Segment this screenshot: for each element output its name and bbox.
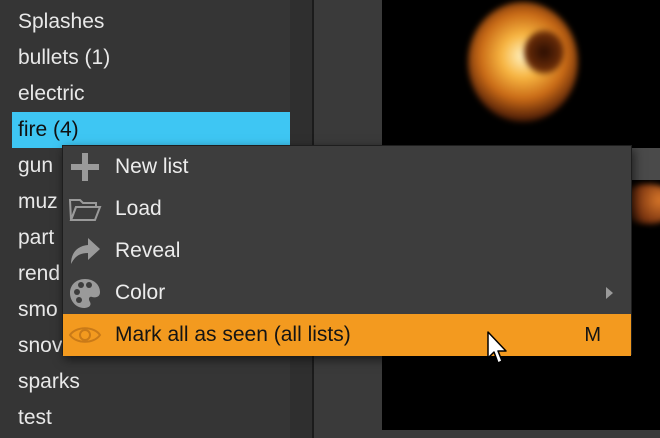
menu-item-load[interactable]: Load — [63, 188, 631, 230]
sidebar-item-fire[interactable]: fire (4) — [12, 112, 290, 148]
menu-item-label: Reveal — [115, 239, 181, 262]
menu-item-label: Color — [115, 281, 166, 304]
sidebar-item-bullets[interactable]: bullets (1) — [12, 40, 290, 76]
shortcut-key: M — [584, 323, 601, 346]
sidebar-item-sparks[interactable]: sparks — [12, 364, 290, 400]
thumbnail-separator — [632, 148, 660, 180]
menu-item-mark-all-seen[interactable]: Mark all as seen (all lists) M — [63, 314, 631, 356]
menu-item-new-list[interactable]: New list — [63, 146, 631, 188]
sidebar-item-splashes[interactable]: Splashes — [12, 4, 290, 40]
sidebar-item-test[interactable]: test — [12, 400, 290, 436]
plus-icon — [67, 149, 103, 185]
sidebar-item-electric[interactable]: electric — [12, 76, 290, 112]
menu-item-color[interactable]: Color — [63, 272, 631, 314]
menu-item-label: New list — [115, 155, 189, 178]
chevron-right-icon — [606, 287, 613, 299]
app-window: Splashes bullets (1) electric fire (4) g… — [0, 0, 660, 438]
menu-item-label: Load — [115, 197, 162, 220]
arrow-forward-icon — [67, 233, 103, 269]
menu-item-reveal[interactable]: Reveal — [63, 230, 631, 272]
context-menu: New list Load Reveal Color Mark all as s… — [62, 145, 632, 356]
folder-icon — [67, 191, 103, 227]
mouse-pointer-icon — [486, 330, 508, 366]
menu-item-label: Mark all as seen (all lists) — [115, 323, 351, 346]
eye-icon — [67, 317, 103, 353]
fire-image-core — [524, 30, 564, 74]
palette-icon — [67, 275, 103, 311]
fire-thumbnail[interactable] — [382, 0, 660, 148]
